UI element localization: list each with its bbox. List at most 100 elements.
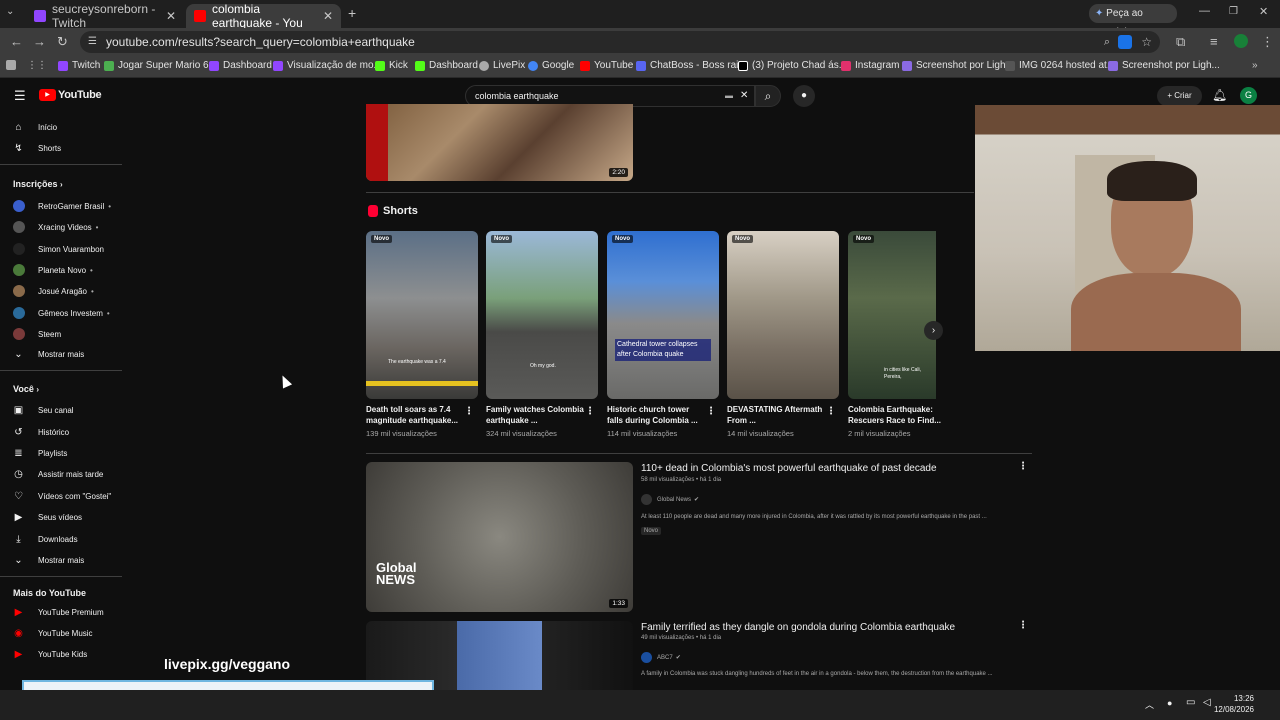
tab-youtube[interactable]: colombia earthquake - You ✕: [186, 2, 341, 30]
bookmark-icon[interactable]: [6, 60, 20, 70]
sidebar-item-playlists[interactable]: ≣ Playlists: [13, 448, 67, 459]
microphone-icon[interactable]: ●: [1167, 698, 1172, 708]
close-tab-icon[interactable]: ✕: [166, 9, 176, 23]
url-input[interactable]: ☰ youtube.com/results?search_query=colom…: [80, 31, 1160, 53]
back-icon[interactable]: ←: [10, 34, 23, 49]
sidebar-item-watch-later[interactable]: ◷ Assistir mais tarde: [13, 469, 103, 480]
bookmark-livepix[interactable]: LivePix: [479, 60, 525, 71]
video-thumbnail[interactable]: Global NEWS 1:33: [366, 462, 633, 612]
channel-link[interactable]: Global News ✔: [641, 494, 699, 505]
video-title[interactable]: Family terrified as they dangle on gondo…: [641, 622, 955, 633]
search-button[interactable]: ⌕: [755, 85, 781, 107]
sidebar-item-your-videos[interactable]: ▶ Seus vídeos: [13, 512, 82, 523]
menu-icon[interactable]: ⋮: [1261, 34, 1274, 50]
site-info-icon[interactable]: ☰: [88, 31, 97, 53]
forward-icon[interactable]: →: [33, 34, 46, 49]
voice-search-button[interactable]: ●: [793, 85, 815, 107]
more-options-icon[interactable]: ⋮: [1018, 461, 1028, 472]
create-button[interactable]: + Criar: [1157, 86, 1202, 106]
reload-icon[interactable]: ↻: [57, 34, 68, 50]
bookmark-chatboss[interactable]: ChatBoss - Boss rai...: [636, 60, 747, 71]
channel-avatar: [13, 328, 25, 340]
tab-twitch[interactable]: seucreysonreborn - Twitch ✕: [26, 2, 184, 30]
sidebar-item-music[interactable]: ◉ YouTube Music: [13, 628, 92, 639]
sidebar-show-more-subs[interactable]: ⌄ Mostrar mais: [13, 349, 84, 360]
sidebar-item-home[interactable]: ⌂ Início: [13, 122, 57, 133]
sidebar-show-more-you[interactable]: ⌄ Mostrar mais: [13, 555, 84, 566]
short-thumbnail[interactable]: Novo Cathedral tower collapses after Col…: [607, 231, 719, 399]
more-options-icon[interactable]: ⋮: [464, 406, 474, 417]
sidebar-item-shorts[interactable]: ↯ Shorts: [13, 143, 61, 154]
bookmark-star-icon[interactable]: ☆: [1141, 31, 1152, 53]
shelf-next-button[interactable]: ›: [924, 321, 943, 340]
bookmark-screenshot-2[interactable]: Screenshot por Ligh...: [1108, 60, 1220, 71]
close-tab-icon[interactable]: ✕: [323, 9, 333, 23]
sidebar-sub-planeta[interactable]: Planeta Novo •: [13, 264, 93, 276]
channel-avatar: [13, 200, 25, 212]
bookmark-dashboard[interactable]: Dashboard: [209, 60, 272, 71]
sidebar-sub-steem[interactable]: Steem: [13, 328, 61, 340]
system-clock[interactable]: 13:26 12/08/2026: [1214, 693, 1254, 715]
tab-list-chevron-icon[interactable]: ⌄: [6, 6, 14, 17]
bookmark-youtube[interactable]: YouTube: [580, 60, 633, 71]
short-thumbnail[interactable]: Novo in cities like Cali, Pereira,: [848, 231, 936, 399]
volume-icon[interactable]: ◁: [1203, 697, 1211, 708]
sidebar-item-downloads[interactable]: ⤓ Downloads: [13, 534, 77, 545]
sidebar-sub-xracing[interactable]: Xracing Videos •: [13, 221, 98, 233]
subscriptions-header[interactable]: Inscrições ›: [13, 179, 63, 189]
gemini-button[interactable]: ✦ Peça ao Gemini: [1089, 4, 1177, 38]
bookmark-dashboard-2[interactable]: Dashboard: [415, 60, 478, 71]
bookmark-x[interactable]: (3) Projeto Chad ás...: [738, 60, 847, 71]
short-title[interactable]: Family watches Colombia earthquake ...: [486, 404, 586, 426]
more-options-icon[interactable]: ⋮: [706, 406, 716, 417]
more-options-icon[interactable]: ⋮: [1018, 620, 1028, 631]
sidebar-item-premium[interactable]: ▶ YouTube Premium: [13, 607, 104, 618]
sidebar-item-your-channel[interactable]: ▣ Seu canal: [13, 405, 74, 416]
profile-avatar[interactable]: [1234, 34, 1248, 48]
sidebar-item-kids[interactable]: ▶ YouTube Kids: [13, 649, 88, 660]
maximize-icon[interactable]: ❐: [1229, 6, 1238, 17]
bookmark-instagram[interactable]: Instagram: [841, 60, 899, 71]
more-options-icon[interactable]: ⋮: [826, 406, 836, 417]
network-icon[interactable]: ▭: [1186, 697, 1195, 708]
short-thumbnail[interactable]: Novo Oh my god.: [486, 231, 598, 399]
zoom-icon[interactable]: ⌕: [1104, 31, 1110, 53]
sidebar-item-history[interactable]: ↺ Histórico: [13, 427, 69, 438]
more-bookmarks-icon[interactable]: »: [1252, 60, 1258, 71]
bookmark-screenshot[interactable]: Screenshot por Ligh...: [902, 60, 1014, 71]
more-options-icon[interactable]: ⋮: [585, 406, 595, 417]
keyboard-icon[interactable]: ▬: [725, 86, 733, 106]
bookmark-visualizacao[interactable]: Visualização de mo...: [273, 60, 382, 71]
extensions-icon[interactable]: ⧉: [1176, 34, 1185, 50]
bookmark-google[interactable]: Google: [528, 60, 574, 71]
sidebar-sub-gemeos[interactable]: Gêmeos Investem •: [13, 307, 110, 319]
sidebar-sub-retrogamer[interactable]: RetroGamer Brasil •: [13, 200, 111, 212]
minimize-icon[interactable]: —: [1199, 5, 1210, 17]
channel-link[interactable]: ABC7 ✔: [641, 652, 681, 663]
notifications-bell-icon[interactable]: 🔔︎: [1212, 88, 1227, 102]
short-title[interactable]: Historic church tower falls during Colom…: [607, 404, 707, 426]
bookmark-twitch[interactable]: Twitch: [58, 60, 100, 71]
short-title[interactable]: Colombia Earthquake: Rescuers Race to Fi…: [848, 404, 948, 426]
bookmark-mario[interactable]: Jogar Super Mario 6...: [104, 60, 217, 71]
account-avatar[interactable]: G: [1240, 87, 1257, 104]
bookmark-img[interactable]: IMG 0264 hosted at...: [1005, 60, 1115, 71]
clear-search-icon[interactable]: ✕: [740, 86, 748, 106]
short-title[interactable]: Death toll soars as 7.4 magnitude earthq…: [366, 404, 466, 426]
sidebar-item-liked[interactable]: ♡ Vídeos com "Gostei": [13, 491, 111, 502]
sidebar-sub-simon[interactable]: Simon Vuarambon: [13, 243, 104, 255]
new-tab-icon[interactable]: +: [348, 5, 356, 21]
video-title[interactable]: 110+ dead in Colombia's most powerful ea…: [641, 463, 937, 474]
close-window-icon[interactable]: ✕: [1259, 5, 1268, 18]
media-icon[interactable]: ≡: [1210, 34, 1218, 49]
cast-icon[interactable]: [1118, 35, 1132, 49]
bookmark-kick[interactable]: Kick: [375, 60, 408, 71]
video-thumbnail[interactable]: 2:20: [366, 104, 633, 181]
apps-icon[interactable]: ⋮⋮: [27, 60, 47, 71]
show-hidden-icons-icon[interactable]: ︿: [1145, 698, 1154, 711]
short-thumbnail[interactable]: Novo The earthquake was a 7.4: [366, 231, 478, 399]
short-title[interactable]: DEVASTATING Aftermath From ...: [727, 404, 827, 426]
sidebar-sub-josue[interactable]: Josué Aragão •: [13, 285, 94, 297]
you-header[interactable]: Você ›: [13, 384, 39, 394]
short-thumbnail[interactable]: Novo: [727, 231, 839, 399]
